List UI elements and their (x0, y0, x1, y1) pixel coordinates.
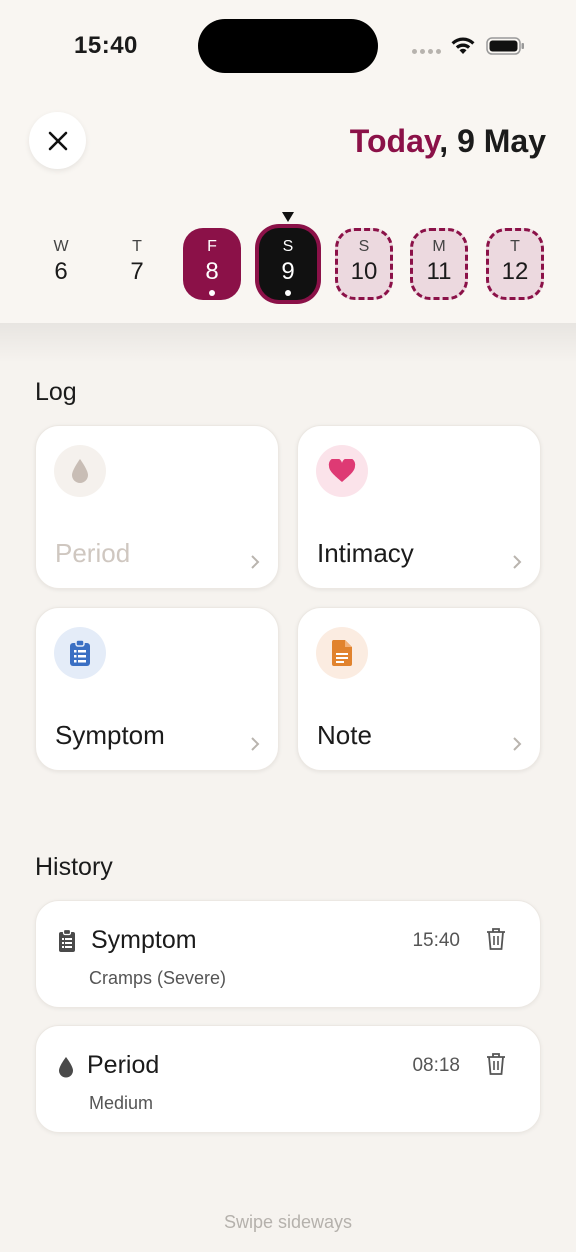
day-10[interactable]: S 10 (335, 228, 393, 300)
battery-icon (486, 36, 526, 61)
history-time: 15:40 (412, 930, 460, 951)
log-intimacy-card[interactable]: Intimacy (297, 425, 541, 589)
card-label: Symptom (55, 720, 165, 750)
date-label: , 9 May (439, 123, 546, 159)
close-icon (48, 131, 67, 150)
log-heading: Log (35, 378, 77, 406)
week-strip: W 6 T 7 F 8 S 9 S 10 M 11 T 12 (0, 208, 576, 308)
document-icon (316, 627, 368, 679)
clipboard-icon (54, 627, 106, 679)
day-letter: S (282, 238, 294, 255)
history-time: 08:18 (412, 1055, 460, 1076)
day-letter: W (53, 238, 69, 255)
chevron-right-icon (513, 737, 522, 751)
log-period-card[interactable]: Period (35, 425, 279, 589)
day-number: 9 (281, 258, 295, 285)
day-letter: T (132, 238, 142, 255)
day-letter: M (432, 238, 446, 255)
log-symptom-card[interactable]: Symptom (35, 607, 279, 771)
day-number: 7 (130, 258, 144, 285)
wifi-icon (450, 36, 476, 61)
card-label: Note (317, 720, 372, 750)
day-8[interactable]: F 8 (183, 228, 241, 300)
swipe-hint: Swipe sideways (223, 1212, 353, 1232)
day-number: 12 (501, 258, 529, 285)
day-12[interactable]: T 12 (486, 228, 544, 300)
day-number: 11 (426, 258, 452, 285)
card-label: Intimacy (317, 538, 414, 568)
chevron-right-icon (251, 555, 260, 569)
today-label: Today (349, 123, 440, 159)
day-11[interactable]: M 11 (410, 228, 468, 300)
close-button[interactable] (29, 112, 86, 169)
current-day-marker-icon (282, 212, 294, 222)
day-9[interactable]: S 9 (259, 228, 317, 300)
drop-icon (54, 445, 106, 497)
day-7[interactable]: T 7 (108, 228, 166, 300)
chevron-right-icon (251, 737, 260, 751)
log-note-card[interactable]: Note (297, 607, 541, 771)
trash-icon[interactable] (486, 1052, 506, 1076)
day-number: 10 (350, 258, 378, 285)
day-6[interactable]: W 6 (32, 228, 90, 300)
trash-icon[interactable] (486, 927, 506, 951)
drop-icon (59, 1057, 73, 1078)
heart-icon (316, 445, 368, 497)
day-number: 8 (205, 258, 219, 285)
day-letter: S (358, 238, 370, 255)
history-title: Symptom (91, 926, 197, 954)
chevron-right-icon (513, 555, 522, 569)
signal-icon (412, 49, 441, 54)
history-detail: Medium (89, 1093, 154, 1113)
page-title: Today, 9 May (350, 123, 546, 160)
day-number: 6 (54, 258, 68, 285)
day-letter: T (510, 238, 520, 255)
day-letter: F (207, 238, 217, 255)
status-time: 15:40 (74, 32, 138, 59)
history-title: Period (87, 1051, 160, 1079)
card-label: Period (55, 538, 131, 568)
header-divider (0, 323, 576, 363)
history-entry-period[interactable]: Period 08:18 Medium (35, 1025, 541, 1133)
entry-dot-icon (285, 290, 291, 296)
dynamic-island (198, 19, 378, 73)
history-detail: Cramps (Severe) (89, 968, 227, 988)
entry-dot-icon (209, 290, 215, 296)
history-heading: History (35, 853, 113, 881)
clipboard-icon (59, 929, 75, 952)
history-entry-symptom[interactable]: Symptom 15:40 Cramps (Severe) (35, 900, 541, 1008)
